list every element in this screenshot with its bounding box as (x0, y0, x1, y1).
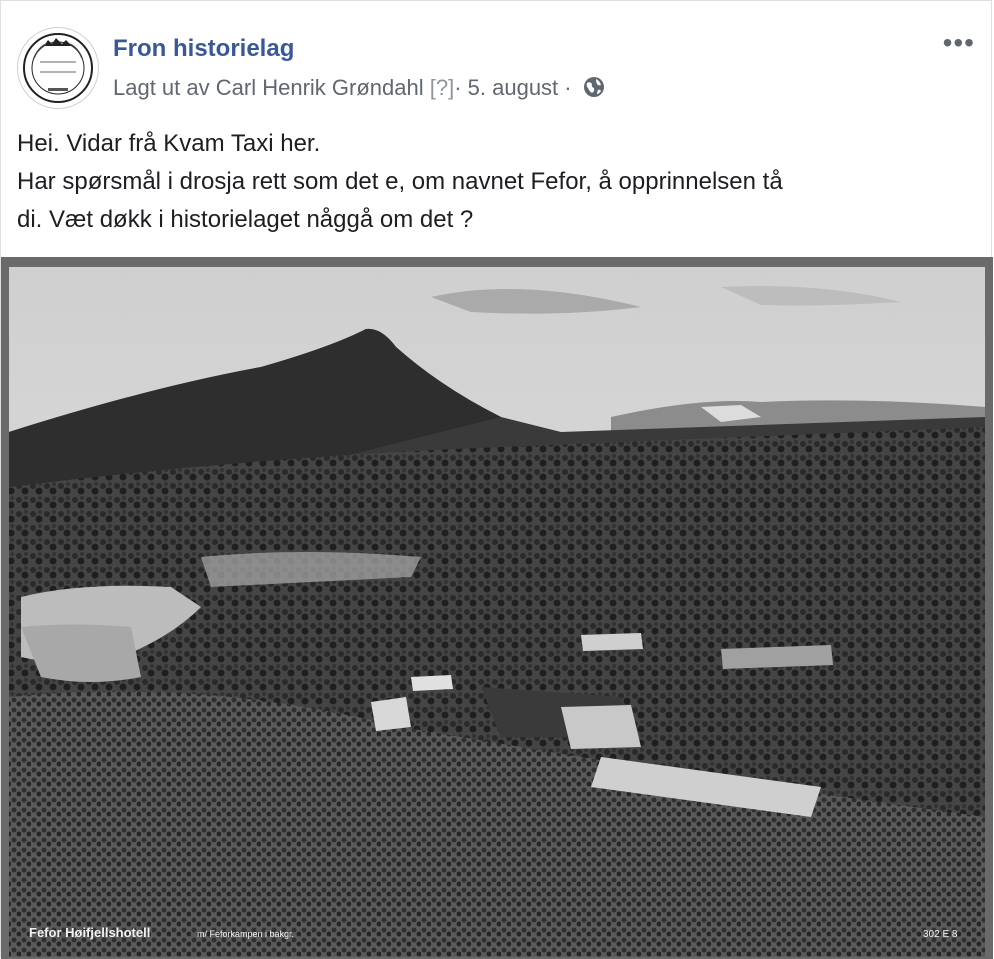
post-photo[interactable]: Fefor Høifjellshotell m/ Feforkampen i b… (1, 257, 993, 959)
post-meta: Lagt ut av Carl Henrik Grøndahl [?]· 5. … (113, 75, 606, 105)
post-header: Fron historielag Lagt ut av Carl Henrik … (17, 27, 975, 111)
meta-separator: · (454, 75, 462, 100)
historielag-logo-icon (23, 33, 93, 103)
page-name-link[interactable]: Fron historielag (113, 35, 294, 63)
feed-post: Fron historielag Lagt ut av Carl Henrik … (0, 0, 993, 959)
author-marker[interactable]: [?] (430, 75, 454, 100)
photo-code: 302 E 8 (923, 929, 958, 940)
post-text-line: di. Væt døkk i historielaget någgå om de… (17, 206, 474, 233)
post-text-line: Hei. Vidar frå Kvam Taxi her. (17, 130, 321, 157)
post-text-line: Har spørsmål i drosja rett som det e, om… (17, 168, 783, 195)
author-link[interactable]: Carl Henrik Grøndahl (216, 75, 424, 100)
meta-separator: · (564, 75, 572, 100)
post-date-link[interactable]: 5. august (468, 75, 559, 100)
landscape-photo: Fefor Høifjellshotell m/ Feforkampen i b… (1, 257, 993, 959)
photo-caption-small: m/ Feforkampen i bakgr. (197, 929, 294, 939)
globe-icon[interactable] (582, 75, 606, 105)
posted-by-label: Lagt ut av (113, 75, 210, 100)
page-avatar[interactable] (17, 27, 99, 109)
more-options-icon[interactable]: ••• (943, 29, 975, 57)
photo-caption: Fefor Høifjellshotell (29, 925, 150, 940)
post-text: Hei. Vidar frå Kvam Taxi her. Har spørsm… (17, 125, 961, 239)
